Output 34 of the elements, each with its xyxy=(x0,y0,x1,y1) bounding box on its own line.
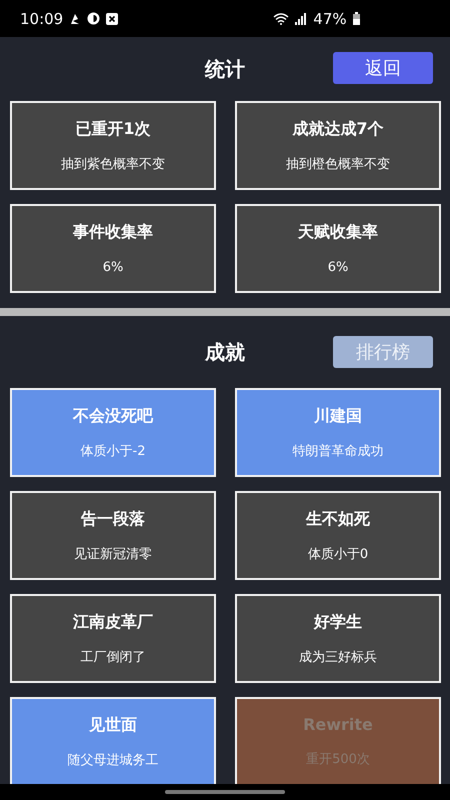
card-subtitle: 体质小于0 xyxy=(308,546,368,562)
signal-icon xyxy=(295,12,308,24)
card-subtitle: 特朗普革命成功 xyxy=(292,442,384,460)
card-title: 好学生 xyxy=(314,612,362,632)
wifi-icon xyxy=(273,12,290,24)
battery-icon xyxy=(352,12,360,25)
card-subtitle: 工厂倒闭了 xyxy=(80,648,146,666)
card-title: 见世面 xyxy=(89,714,137,736)
card-subtitle: 抽到橙色概率不变 xyxy=(286,156,390,172)
card-title: 生不如死 xyxy=(306,508,370,530)
back-button[interactable]: 返回 xyxy=(333,52,433,84)
card-title: 江南皮革厂 xyxy=(73,612,153,632)
card-title: 已重开1次 xyxy=(75,118,151,140)
card-title: 成就达成7个 xyxy=(292,118,384,140)
card-subtitle: 6% xyxy=(102,260,124,275)
card-subtitle: 体质小于-2 xyxy=(80,442,146,460)
battery-percent: 47% xyxy=(313,10,347,28)
card-title: 天赋收集率 xyxy=(298,222,378,244)
card-title: 事件收集率 xyxy=(73,222,153,244)
card-subtitle: 见证新冠清零 xyxy=(74,546,152,562)
app-icon xyxy=(87,12,100,25)
section-title: 统计 xyxy=(205,56,245,82)
card-subtitle: 成为三好标兵 xyxy=(299,648,377,666)
card-title: 不会没死吧 xyxy=(73,406,153,426)
home-indicator[interactable] xyxy=(165,790,285,794)
card-subtitle: 6% xyxy=(328,260,348,275)
section-title: 成就 xyxy=(205,338,245,366)
card-title: 川建国 xyxy=(314,406,362,426)
card-subtitle: 随父母进城务工 xyxy=(68,752,158,768)
card-title: 告一段落 xyxy=(81,508,145,530)
notification-icon xyxy=(69,12,82,24)
status-time: 10:09 xyxy=(20,10,64,28)
close-icon xyxy=(106,12,118,24)
card-subtitle: 抽到紫色概率不变 xyxy=(61,156,165,172)
